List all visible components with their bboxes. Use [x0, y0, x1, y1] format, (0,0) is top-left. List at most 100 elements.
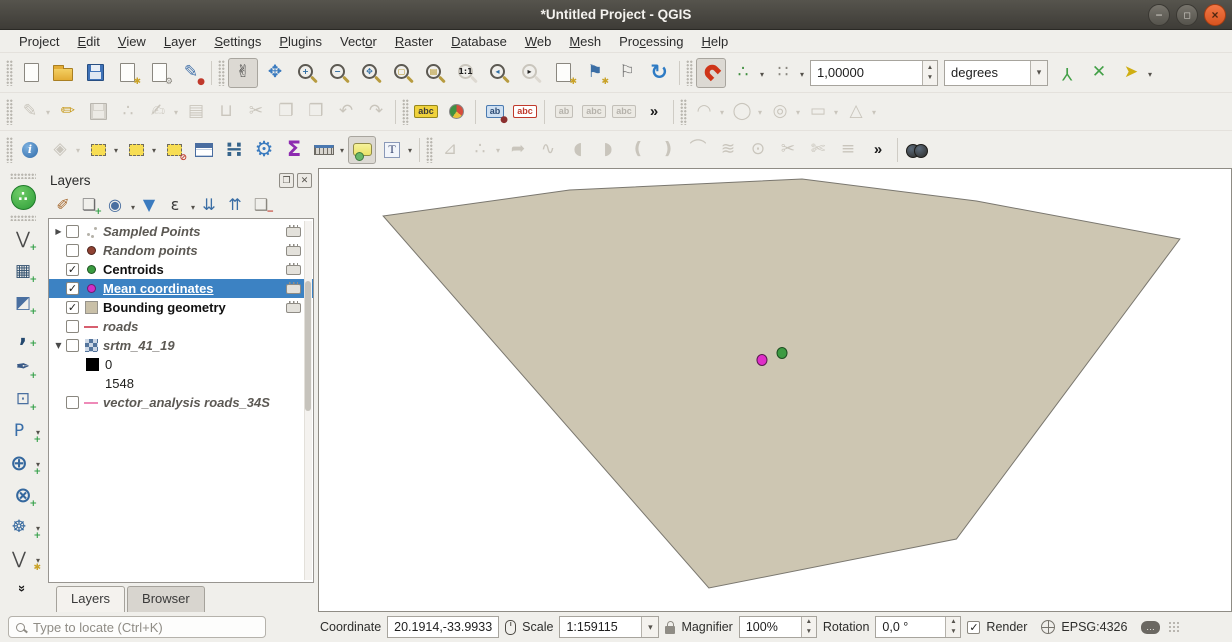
- expand-all-button[interactable]: ⇊: [196, 193, 222, 217]
- render-checkbox[interactable]: ✓: [967, 621, 980, 634]
- menu-processing[interactable]: Processing: [610, 32, 692, 51]
- toolbar-drag-handle[interactable]: [6, 60, 13, 86]
- snapping-tolerance-spinbox-steppers[interactable]: ▲▼: [922, 61, 937, 85]
- menu-plugins[interactable]: Plugins: [270, 32, 331, 51]
- layer-row-bounding-geometry[interactable]: ✓Bounding geometry: [49, 298, 313, 317]
- map-tips-button[interactable]: [348, 136, 376, 164]
- toolbar-drag-handle[interactable]: [686, 60, 693, 86]
- layer-checkbox[interactable]: [66, 320, 79, 333]
- processing-toolbox-button[interactable]: ⚙: [250, 136, 278, 164]
- zoom-out-button[interactable]: −: [324, 58, 354, 88]
- zoom-to-selection-button[interactable]: ▢: [388, 58, 418, 88]
- open-layer-styling-button[interactable]: ✐: [50, 193, 76, 217]
- menu-web[interactable]: Web: [516, 32, 561, 51]
- layer-diagram-button[interactable]: [442, 98, 470, 126]
- crs-globe-icon[interactable]: [1041, 620, 1055, 634]
- layer-row-1548[interactable]: 1548: [49, 374, 313, 393]
- style-manager-button[interactable]: ✎●: [176, 58, 206, 88]
- snapping-mode-button[interactable]: ∴▾: [728, 58, 766, 88]
- layer-row-roads[interactable]: roads: [49, 317, 313, 336]
- expander-icon[interactable]: ▼: [52, 341, 65, 350]
- new-spatial-bookmark-button[interactable]: ⚑✱: [580, 58, 610, 88]
- rotation-steppers[interactable]: ▲▼: [945, 617, 960, 637]
- layer-checkbox[interactable]: ✓: [66, 282, 79, 295]
- toolbar-drag-handle[interactable]: [6, 137, 13, 163]
- new-print-layout-button[interactable]: ✱: [112, 58, 142, 88]
- manage-map-themes-button[interactable]: ◉▾: [102, 193, 136, 217]
- map-canvas[interactable]: [318, 168, 1232, 612]
- add-spatialite-layer-button[interactable]: ✒+: [8, 352, 38, 382]
- enable-snapping-button[interactable]: [696, 58, 726, 88]
- magnifier-steppers[interactable]: ▲▼: [801, 617, 816, 637]
- filter-by-expression-button[interactable]: ε▾: [162, 193, 196, 217]
- filter-legend-button[interactable]: ▼: [136, 193, 162, 217]
- new-geopackage-layer-button[interactable]: ⋁✱▾: [4, 544, 42, 574]
- add-raster-layer-button[interactable]: ▦+: [8, 256, 38, 286]
- close-button[interactable]: ×: [1204, 4, 1226, 26]
- remove-layer-button[interactable]: ❑−: [248, 193, 274, 217]
- pan-map-button[interactable]: ✌: [228, 58, 258, 88]
- magnifier-spinbox[interactable]: 100% ▲▼: [739, 616, 817, 638]
- snapping-tracing-options-button[interactable]: ∷▾: [768, 58, 806, 88]
- menu-edit[interactable]: Edit: [68, 32, 108, 51]
- tab-layers[interactable]: Layers: [56, 586, 125, 612]
- minimize-button[interactable]: −: [1148, 4, 1170, 26]
- toolbar-drag-handle[interactable]: [426, 137, 433, 163]
- locate-input[interactable]: [31, 619, 258, 636]
- show-spatial-bookmarks-button[interactable]: ⚐: [612, 58, 642, 88]
- chevron-down-icon[interactable]: ▾: [1030, 61, 1047, 85]
- toolbar-drag-handle[interactable]: [218, 60, 225, 86]
- menu-project[interactable]: Project: [10, 32, 68, 51]
- add-mesh-layer-button[interactable]: ◩+: [8, 288, 38, 318]
- toggle-editing-button[interactable]: ✏: [54, 98, 82, 126]
- layer-checkbox[interactable]: [66, 339, 79, 352]
- maximize-button[interactable]: ◻: [1176, 4, 1198, 26]
- open-attribute-table-button[interactable]: [190, 136, 218, 164]
- menu-help[interactable]: Help: [692, 32, 737, 51]
- layer-row-centroids[interactable]: ✓Centroids: [49, 260, 313, 279]
- add-postgis-layer-button[interactable]: P+▾: [4, 416, 42, 446]
- topological-editing-button[interactable]: Y: [1052, 58, 1082, 88]
- toolbar-drag-handle[interactable]: [402, 99, 409, 125]
- field-calculator-button[interactable]: ∺: [220, 136, 248, 164]
- menu-mesh[interactable]: Mesh: [560, 32, 610, 51]
- layer-checkbox[interactable]: ✓: [66, 263, 79, 276]
- layer-checkbox[interactable]: ✓: [66, 301, 79, 314]
- layer-checkbox[interactable]: [66, 396, 79, 409]
- check-geometries-button[interactable]: ✕: [1084, 58, 1114, 88]
- layer-labeling-button[interactable]: abc: [412, 98, 440, 126]
- add-wms-layer-button[interactable]: ⊕+▾: [4, 448, 42, 478]
- menu-vector[interactable]: Vector: [331, 32, 386, 51]
- menu-view[interactable]: View: [109, 32, 155, 51]
- chevron-down-icon[interactable]: ▾: [641, 617, 658, 637]
- add-wcs-layer-button[interactable]: ⊗+: [8, 480, 38, 510]
- statistical-summary-button[interactable]: Σ: [280, 136, 308, 164]
- tab-browser[interactable]: Browser: [127, 586, 205, 612]
- measure-button[interactable]: ▾: [310, 136, 346, 164]
- pin-labels-button[interactable]: ab●: [481, 98, 509, 126]
- layer-checkbox[interactable]: [66, 225, 79, 238]
- toolbar-drag-handle[interactable]: [680, 99, 687, 125]
- highlight-pinned-labels-button[interactable]: abc: [511, 98, 539, 126]
- layer-row-sampled-points[interactable]: ▶Sampled Points: [49, 222, 313, 241]
- menu-layer[interactable]: Layer: [155, 32, 206, 51]
- menu-settings[interactable]: Settings: [205, 32, 270, 51]
- add-vector-layer-button[interactable]: ⋁+: [8, 224, 38, 254]
- select-features-button[interactable]: ▾: [84, 136, 120, 164]
- title-bar[interactable]: *Untitled Project - QGIS − ◻ ×: [0, 0, 1232, 30]
- layer-row-mean-coordinates[interactable]: ✓Mean coordinates: [49, 279, 313, 298]
- snapping-units-combobox[interactable]: degrees▾: [944, 60, 1048, 86]
- refresh-map-button[interactable]: ↻: [644, 58, 674, 88]
- select-features-by-value-button[interactable]: ▾: [122, 136, 158, 164]
- coordinate-field[interactable]: [387, 616, 499, 638]
- add-wfs-layer-button[interactable]: ☸+▾: [4, 512, 42, 542]
- panel-close-button[interactable]: ✕: [297, 173, 312, 188]
- zoom-last-button[interactable]: ◂: [484, 58, 514, 88]
- zoom-in-button[interactable]: +: [292, 58, 322, 88]
- new-map-view-button[interactable]: ✱: [548, 58, 578, 88]
- coordinate-input[interactable]: [388, 619, 498, 635]
- toolbar-drag-handle[interactable]: [10, 215, 36, 221]
- layer-row-0[interactable]: 0: [49, 355, 313, 374]
- panel-float-button[interactable]: ❐: [279, 173, 294, 188]
- layer-row-vector-analysis-roads-34s[interactable]: vector_analysis roads_34S: [49, 393, 313, 412]
